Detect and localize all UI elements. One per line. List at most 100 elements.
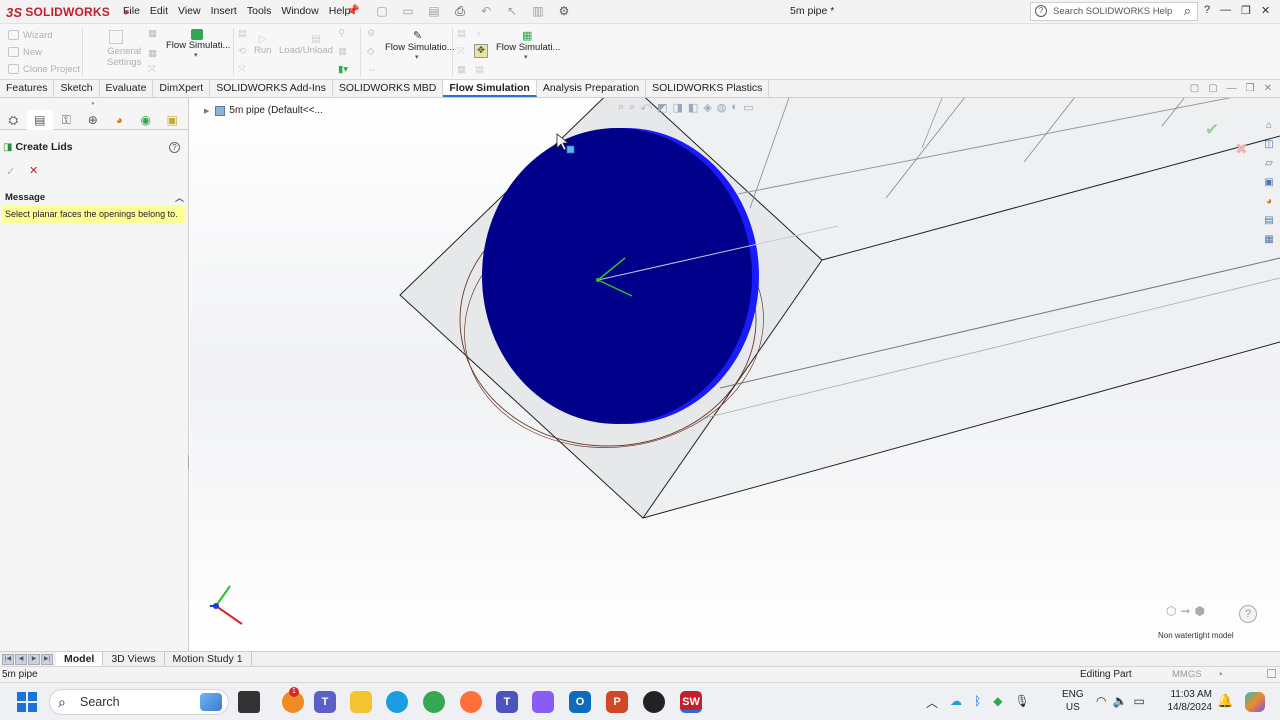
load-unload-button[interactable]: ▤ Load/Unload <box>279 34 333 56</box>
menu-file[interactable]: File <box>118 4 145 18</box>
minimize-icon[interactable]: — <box>1220 4 1231 17</box>
tab-solidworks-plastics[interactable]: SOLIDWORKS Plastics <box>646 80 770 97</box>
prev-tab-icon[interactable]: ◀ <box>15 654 27 665</box>
file-explorer-icon[interactable]: ▱ <box>1262 158 1276 173</box>
appearances-icon[interactable]: ◕ <box>1262 196 1276 211</box>
pin-icon[interactable]: 📌 <box>346 4 360 17</box>
confirm-corner-check-icon[interactable]: ✔ <box>1205 120 1219 140</box>
tab-analysis-preparation[interactable]: Analysis Preparation <box>537 80 647 97</box>
toolbar-icon-o[interactable]: ♁ <box>475 28 482 39</box>
units-caret-icon[interactable]: ▴ <box>1219 669 1223 677</box>
tab-solidworks-mbd[interactable]: SOLIDWORKS MBD <box>333 80 444 97</box>
tab-dimxpert[interactable]: DimXpert <box>153 80 211 97</box>
toolbar-icon-c[interactable]: ⤧ <box>148 64 156 75</box>
run-button[interactable]: ▷ Run <box>254 34 271 56</box>
tab-motion-study-1[interactable]: Motion Study 1 <box>165 652 252 666</box>
print-icon[interactable]: ⎙ <box>450 4 470 19</box>
edge-icon[interactable] <box>386 691 408 713</box>
restore-icon[interactable]: ❐ <box>1241 4 1251 17</box>
help-circle-icon[interactable]: ? <box>1239 605 1257 623</box>
undo-icon[interactable]: ↶ <box>476 4 496 19</box>
home-icon[interactable]: ⌂ <box>1262 120 1276 135</box>
next-tab-icon[interactable]: ▶ <box>28 654 40 665</box>
collapse-chevron-icon[interactable]: ︿ <box>175 191 184 204</box>
menu-tools[interactable]: Tools <box>242 4 277 18</box>
menu-view[interactable]: View <box>173 4 206 18</box>
display-style-icon[interactable]: ◧ <box>688 101 698 114</box>
toolbar-chart-icon[interactable]: ▮▾ <box>338 64 348 75</box>
show-hidden-icons-icon[interactable]: ︿ <box>926 694 938 711</box>
toolbar-icon-h[interactable]: ▦ <box>338 46 347 57</box>
options-gear-icon[interactable]: ⚙ <box>554 4 574 19</box>
dropdown-caret-icon[interactable]: ▾ <box>524 53 560 61</box>
rebuild-icon[interactable]: ▥ <box>528 4 548 19</box>
scene-icon[interactable]: ◐ <box>731 101 738 114</box>
view-orientation-icon[interactable]: ◨ <box>673 101 683 114</box>
flow-sim-tree-icon[interactable]: ◉ <box>133 110 160 130</box>
teams-icon[interactable]: T <box>314 691 336 713</box>
clone-project-button[interactable]: Clone Project <box>8 64 80 75</box>
toolbar-icon-b[interactable]: ▦ <box>148 48 157 59</box>
hide-show-icon[interactable]: ◈ <box>703 101 711 114</box>
help-menu-icon[interactable]: ? <box>1204 4 1210 17</box>
zoom-area-icon[interactable]: ⌕ <box>629 101 635 114</box>
toolbar-icon-i[interactable]: ⚙ <box>367 28 376 39</box>
clock[interactable]: 11:03 AM 14/8/2024 <box>1164 688 1213 714</box>
zoom-to-fit-icon[interactable]: ⌕ <box>618 101 624 114</box>
task-view-icon[interactable] <box>238 691 260 713</box>
toolbar-icon-n[interactable]: ▦ <box>457 64 466 75</box>
message-group-header[interactable]: Message ︿ <box>0 192 189 204</box>
last-tab-icon[interactable]: ▶| <box>41 654 53 665</box>
search-icon[interactable]: ⌕ <box>1184 3 1191 19</box>
custom-properties-icon[interactable]: ▤ <box>1262 215 1276 230</box>
doc-minimize-icon[interactable]: — <box>1227 83 1237 94</box>
tab-solidworks-add-ins[interactable]: SOLIDWORKS Add-Ins <box>210 80 333 97</box>
powerpoint-icon[interactable]: P <box>606 691 628 713</box>
toolbar-icon-f[interactable]: ⤧ <box>238 64 246 75</box>
tab-evaluate[interactable]: Evaluate <box>100 80 154 97</box>
tab-model[interactable]: Model <box>56 652 104 666</box>
configurationmanager-icon[interactable]: ⚿ <box>53 110 80 130</box>
graphics-area[interactable]: ▶ 5m pipe (Default<<... ⌕ ⌕ ⤺ ◩ ◨ ◧ ◈ ◍ … <box>190 98 1280 651</box>
firefox-icon[interactable] <box>460 691 482 713</box>
tab-features[interactable]: Features <box>0 80 55 97</box>
toolbar-icon-e[interactable]: ⟲ <box>238 46 246 57</box>
view-settings-icon[interactable]: ▭ <box>743 101 753 114</box>
toolbar-icon-m[interactable]: ⤧ <box>457 46 465 57</box>
file-explorer-app-icon[interactable] <box>350 691 372 713</box>
dropdown-caret-icon[interactable]: ▾ <box>415 53 455 61</box>
toolbar-icon-j[interactable]: ◇ <box>367 46 374 57</box>
copilot-icon[interactable] <box>1245 692 1265 712</box>
confirm-corner-cancel-icon[interactable]: ✖ <box>1235 140 1248 158</box>
new-doc-icon[interactable]: ▢ <box>372 4 392 19</box>
unit-system-selector[interactable]: MMGS <box>1172 669 1202 680</box>
microphone-icon[interactable]: 🎙 <box>1014 694 1029 711</box>
previous-view-icon[interactable]: ⤺ <box>640 101 652 114</box>
onedrive-icon[interactable]: ☁ <box>950 694 962 711</box>
propertymanager-icon[interactable]: ▤ <box>26 110 53 130</box>
lid-tool-active-icon[interactable]: ✥ <box>474 44 488 58</box>
open-icon[interactable]: ▭ <box>398 4 418 19</box>
flow-simulation-3-button[interactable]: ▦ Flow Simulati... ▾ <box>496 29 560 61</box>
doc-restore-icon[interactable]: ❐ <box>1246 83 1255 94</box>
featuremanager-flyout[interactable]: ▶ 5m pipe (Default<<... <box>204 105 323 116</box>
doc-tile2-icon[interactable]: ▢ <box>1208 83 1217 94</box>
menu-edit[interactable]: Edit <box>145 4 173 18</box>
toolbar-icon-a[interactable]: ▦ <box>148 28 157 39</box>
general-settings-button[interactable]: General Settings <box>90 30 141 68</box>
input-language[interactable]: ENG US <box>1062 688 1084 714</box>
dropdown-caret-icon[interactable]: ▾ <box>194 51 230 59</box>
design-library-icon[interactable]: ◫ <box>1262 139 1276 154</box>
search-help-input[interactable]: ? Search SOLIDWORKS Help ⌕ <box>1030 2 1198 21</box>
toolbar-icon-d[interactable]: ▤ <box>238 28 247 39</box>
tab-3d-views[interactable]: 3D Views <box>103 652 165 666</box>
forum-icon[interactable]: ▦ <box>1262 234 1276 249</box>
status-customize-icon[interactable] <box>1267 669 1276 678</box>
doc-close-icon[interactable]: ✕ <box>1264 83 1272 94</box>
windows-start-icon[interactable] <box>17 692 37 712</box>
view-palette-icon[interactable]: ▣ <box>1262 177 1276 192</box>
close-icon[interactable]: ✕ <box>1261 4 1270 17</box>
outlook-icon[interactable]: O <box>569 691 591 713</box>
notifications-bell-icon[interactable]: 🔔 <box>1217 693 1233 709</box>
teams-work-icon[interactable]: T <box>496 691 518 713</box>
